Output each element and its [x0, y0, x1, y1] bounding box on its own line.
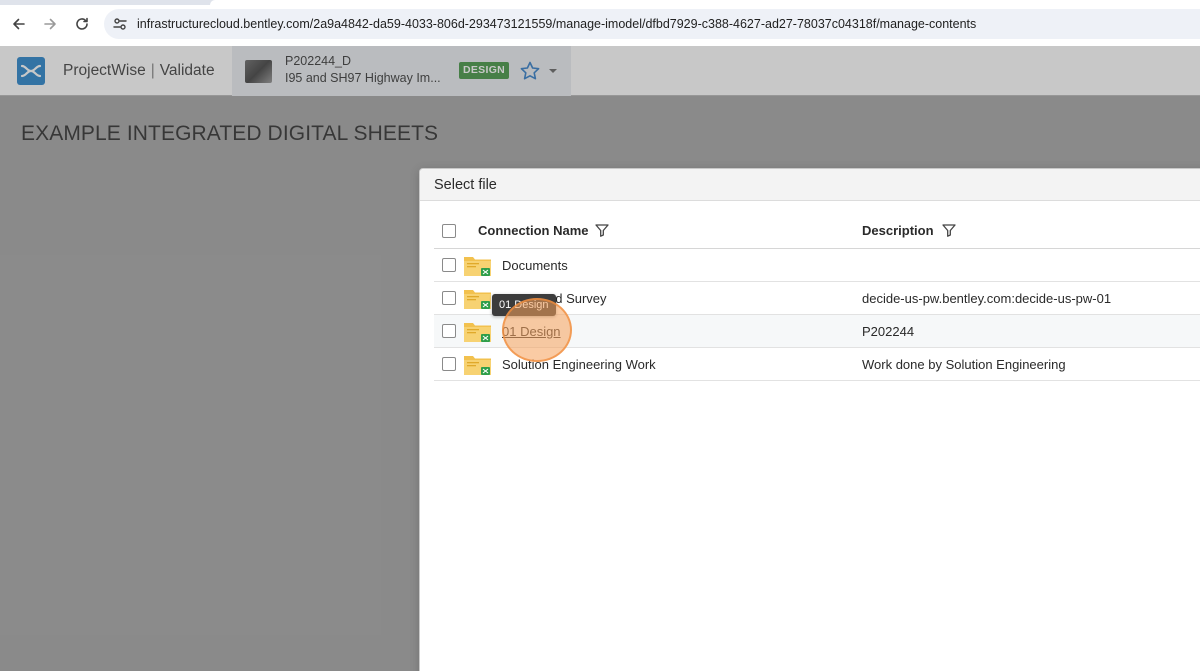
arrow-right-icon — [44, 18, 56, 30]
address-bar[interactable]: infrastructurecloud.bentley.com/2a9a4842… — [104, 9, 1200, 39]
forward-button[interactable] — [40, 14, 60, 34]
back-button[interactable] — [9, 14, 29, 34]
dialog-header: Select file — [420, 169, 1200, 201]
table-row[interactable]: 01 Design P202244 — [434, 315, 1200, 348]
tooltip: 01 Design — [492, 294, 556, 316]
connection-name[interactable]: Solution Engineering Work — [502, 357, 656, 372]
table-header: Connection Name Description — [434, 213, 1200, 249]
arrow-left-icon — [13, 18, 25, 30]
filter-icon[interactable] — [594, 222, 610, 238]
url-text[interactable]: infrastructurecloud.bentley.com/2a9a4842… — [137, 17, 976, 31]
row-checkbox[interactable] — [442, 291, 456, 305]
connection-name[interactable]: nd Survey — [548, 291, 607, 306]
connection-description: P202244 — [862, 324, 915, 339]
browser-toolbar: infrastructurecloud.bentley.com/2a9a4842… — [0, 0, 1200, 46]
table-row[interactable]: Solution Engineering Work Work done by S… — [434, 348, 1200, 381]
connection-name-link[interactable]: 01 Design — [502, 324, 561, 339]
column-header-description[interactable]: Description — [862, 223, 934, 238]
filter-icon[interactable] — [941, 222, 957, 238]
folder-icon — [464, 356, 491, 375]
browser-tabstrip — [0, 0, 1200, 5]
row-checkbox[interactable] — [442, 324, 456, 338]
connection-description: Work done by Solution Engineering — [862, 357, 1066, 372]
connection-name[interactable]: Documents — [502, 258, 568, 273]
folder-icon — [464, 257, 491, 276]
dialog-title: Select file — [434, 177, 497, 193]
connection-description: decide-us-pw.bentley.com:decide-us-pw-01 — [862, 291, 1112, 306]
select-file-dialog: Select file Connection Name Description … — [419, 168, 1200, 671]
tune-icon[interactable] — [112, 16, 128, 32]
browser-active-tab[interactable] — [210, 0, 1200, 5]
table-row[interactable]: Documents — [434, 249, 1200, 282]
folder-icon — [464, 323, 491, 342]
reload-icon — [76, 17, 88, 30]
reload-button[interactable] — [72, 14, 92, 34]
row-checkbox[interactable] — [442, 357, 456, 371]
row-checkbox[interactable] — [442, 258, 456, 272]
column-header-connection-name[interactable]: Connection Name — [478, 223, 589, 238]
select-all-checkbox[interactable] — [442, 224, 456, 238]
folder-icon — [464, 290, 491, 309]
